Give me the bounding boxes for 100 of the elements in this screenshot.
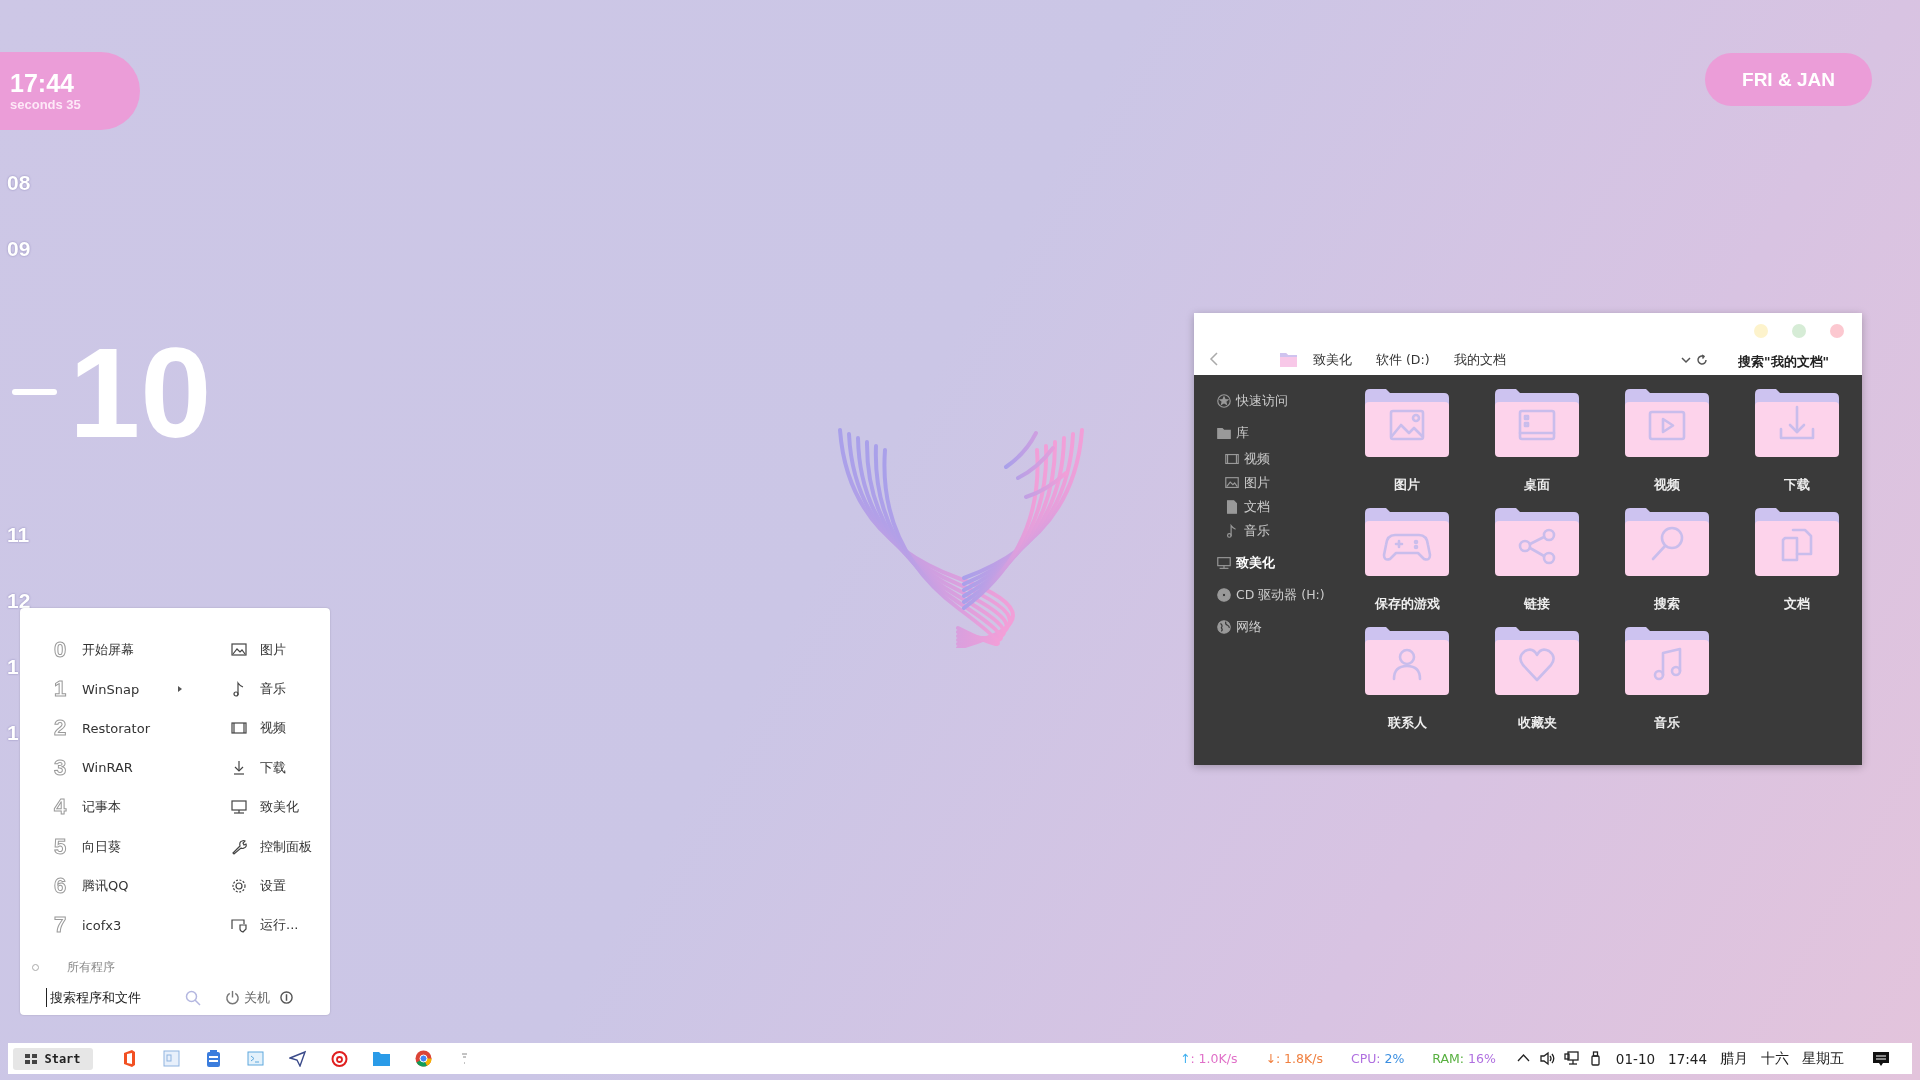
- monitor-icon: [230, 798, 248, 817]
- tray-text: 十六: [1761, 1049, 1789, 1068]
- folder-icon: [1280, 352, 1297, 367]
- place-item[interactable]: 音乐: [230, 669, 340, 709]
- day-number: 1: [7, 720, 19, 746]
- folder-item[interactable]: 下载: [1732, 389, 1862, 508]
- folder-icon[interactable]: [373, 1050, 390, 1067]
- all-programs-link[interactable]: 所有程序: [67, 959, 115, 977]
- day-number: 11: [7, 522, 30, 548]
- place-item[interactable]: 设置: [230, 866, 340, 906]
- music-folder-icon: [1625, 627, 1709, 695]
- place-item[interactable]: 图片: [230, 630, 340, 670]
- program-item[interactable]: 1 WinSnap: [50, 669, 200, 709]
- paper-plane-icon[interactable]: [289, 1050, 306, 1067]
- breadcrumb-item[interactable]: 致美化: [1313, 352, 1352, 369]
- image-folder-icon: [1365, 389, 1449, 457]
- place-item[interactable]: 控制面板: [230, 826, 340, 867]
- grid-icon: [25, 1053, 38, 1064]
- image-icon: [230, 640, 248, 659]
- monitor-icon: [1216, 555, 1232, 571]
- start-button[interactable]: Start: [13, 1047, 93, 1070]
- place-item[interactable]: 致美化: [230, 787, 340, 827]
- folder-item[interactable]: 桌面: [1472, 389, 1602, 508]
- sidebar-item[interactable]: 快速访问: [1216, 389, 1334, 413]
- tray-text: 腊月: [1720, 1049, 1748, 1068]
- share-folder-icon: [1495, 508, 1579, 576]
- day-number: 08: [7, 170, 31, 196]
- sidebar-item[interactable]: 音乐: [1224, 519, 1334, 543]
- heart-folder-icon: [1495, 627, 1579, 695]
- person-folder-icon: [1365, 627, 1449, 695]
- folder-item[interactable]: 保存的游戏: [1342, 508, 1472, 627]
- breadcrumb-item[interactable]: 软件 (D:): [1376, 352, 1430, 369]
- back-icon[interactable]: [1208, 352, 1220, 366]
- program-item[interactable]: 6 腾讯QQ: [50, 866, 200, 906]
- program-item[interactable]: 7 icofx3: [50, 905, 200, 946]
- folder-item[interactable]: 收藏夹: [1472, 627, 1602, 746]
- info-icon[interactable]: [280, 991, 293, 1005]
- number-icon: 1: [50, 676, 70, 703]
- browser-icon[interactable]: [415, 1050, 432, 1067]
- program-item[interactable]: 5 向日葵: [50, 826, 200, 867]
- speaker-icon[interactable]: [1539, 1051, 1555, 1066]
- folder-item[interactable]: 链接: [1472, 508, 1602, 627]
- program-item[interactable]: 0 开始屏幕: [50, 630, 200, 670]
- folder-icon: [1216, 425, 1232, 441]
- folder-item[interactable]: 文档: [1732, 508, 1862, 627]
- place-item[interactable]: 下载: [230, 748, 340, 788]
- sidebar-item[interactable]: CD 驱动器 (H:): [1216, 583, 1334, 607]
- power-icon: [225, 990, 240, 1006]
- folder-item[interactable]: 图片: [1342, 389, 1472, 508]
- desktop-folder-icon: [1495, 389, 1579, 457]
- document-folder-icon: [1755, 508, 1839, 576]
- number-icon: 3: [50, 754, 70, 781]
- globe-icon: [1216, 619, 1232, 635]
- program-item[interactable]: 2 Restorator: [50, 708, 200, 749]
- download-folder-icon: [1755, 389, 1839, 457]
- gear-icon: [230, 877, 248, 896]
- disc-icon: [1216, 587, 1232, 603]
- sidebar-item[interactable]: 文档: [1224, 495, 1334, 519]
- doc-icon: [1224, 499, 1240, 515]
- sidebar-item[interactable]: 致美化: [1216, 551, 1334, 575]
- program-item[interactable]: 4 记事本: [50, 787, 200, 827]
- gamepad-folder-icon: [1365, 508, 1449, 576]
- folder-item[interactable]: 音乐: [1602, 627, 1732, 746]
- wrench-icon: [230, 837, 248, 856]
- program-item[interactable]: 3 WinRAR: [50, 748, 200, 788]
- shutdown-button[interactable]: 关机: [225, 988, 270, 1007]
- sidebar-item[interactable]: 图片: [1224, 471, 1334, 495]
- number-icon: 6: [50, 873, 70, 900]
- folder-item[interactable]: 联系人: [1342, 627, 1472, 746]
- system-monitor-reading: RAM: 16%: [1432, 1051, 1496, 1066]
- sidebar-item[interactable]: 网络: [1216, 615, 1334, 639]
- place-item[interactable]: 视频: [230, 708, 340, 749]
- breadcrumb-item[interactable]: 我的文档: [1453, 352, 1506, 369]
- sidebar-item[interactable]: 视频: [1224, 447, 1334, 471]
- number-icon: 7: [50, 912, 70, 939]
- search-folder-icon: [1625, 508, 1709, 576]
- day-number: 1: [7, 654, 19, 680]
- star-icon: [1216, 393, 1232, 409]
- image-icon: [1224, 475, 1240, 491]
- place-item[interactable]: 运行...: [230, 905, 340, 946]
- number-icon: 0: [50, 636, 70, 663]
- sidebar-item[interactable]: 库: [1216, 421, 1334, 445]
- chevron-down-icon[interactable]: [1680, 354, 1692, 366]
- folder-item[interactable]: 搜索: [1602, 508, 1732, 627]
- tray-text: 星期五: [1802, 1049, 1844, 1068]
- day-number: 10: [7, 282, 212, 502]
- number-icon: 5: [50, 833, 70, 860]
- notification-icon[interactable]: [1872, 1049, 1890, 1068]
- number-icon: 4: [50, 794, 70, 821]
- date-badge: FRI & JAN: [1705, 53, 1872, 106]
- network-icon[interactable]: [1563, 1051, 1579, 1066]
- folder-item[interactable]: 视频: [1602, 389, 1732, 508]
- clock-seconds: seconds 35: [10, 96, 82, 112]
- system-monitor-reading: CPU: 2%: [1350, 1051, 1405, 1066]
- film-icon: [1224, 451, 1240, 467]
- refresh-icon[interactable]: [1696, 354, 1708, 366]
- clipboard-icon[interactable]: [205, 1050, 222, 1067]
- video-folder-icon: [1625, 389, 1709, 457]
- day-number: 12: [7, 588, 31, 614]
- number-icon: 2: [50, 715, 70, 742]
